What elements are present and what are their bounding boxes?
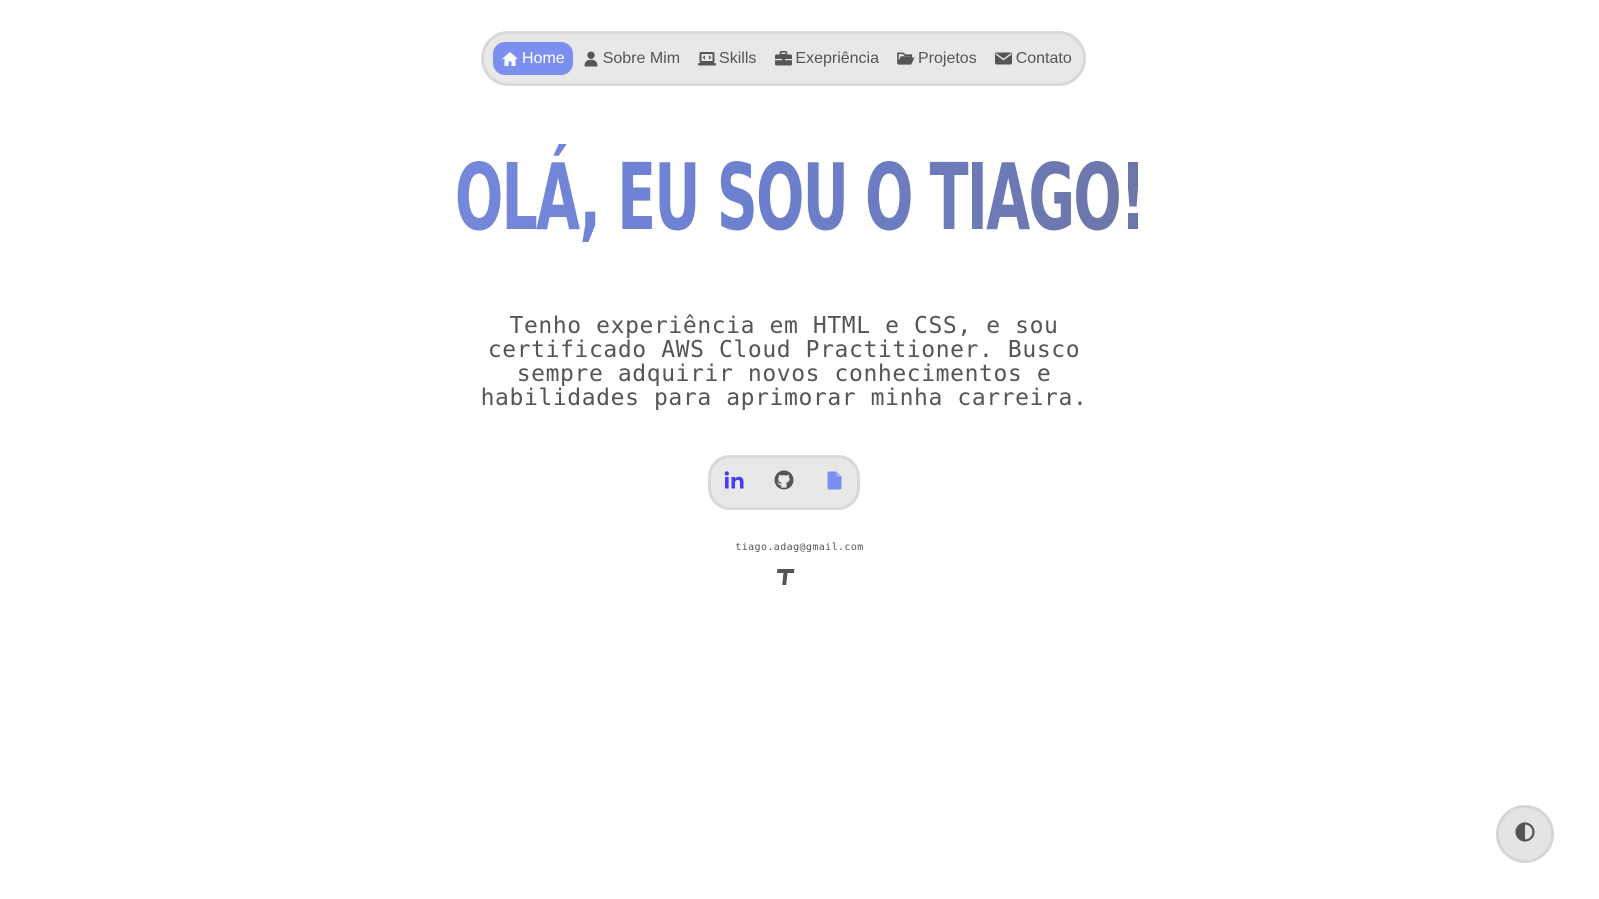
nav-item-sobre-mim[interactable]: Sobre Mim	[573, 42, 689, 75]
nav-label-projetos: Projetos	[918, 49, 977, 67]
nav-item-experiencia[interactable]: Exepriência	[765, 42, 888, 75]
nav-item-projetos[interactable]: Projetos	[888, 42, 986, 75]
nav-label-home: Home	[522, 49, 565, 67]
theme-toggle-button[interactable]	[1496, 805, 1554, 863]
nav-label-contato: Contato	[1015, 49, 1072, 67]
resume-link[interactable]	[821, 470, 847, 496]
contrast-icon	[1515, 821, 1535, 847]
intro-text: Tenho experiência em HTML e CSS, e sou c…	[480, 313, 1088, 411]
hero-title: OLÁ, EU SOU O TIAGO!	[304, 138, 1295, 258]
nav-label-experiencia: Exepriência	[795, 49, 879, 67]
envelope-icon	[995, 51, 1013, 67]
home-icon	[501, 51, 519, 67]
nav-item-contato[interactable]: Contato	[986, 42, 1081, 75]
github-link[interactable]	[771, 470, 797, 496]
folder-open-icon	[897, 51, 915, 67]
document-icon	[827, 471, 842, 495]
nav-item-home[interactable]: Home	[493, 42, 573, 75]
page: Home Sobre Mim Skills Exepriência Projet…	[0, 0, 1599, 899]
nav-item-skills[interactable]: Skills	[689, 42, 765, 75]
main-nav: Home Sobre Mim Skills Exepriência Projet…	[481, 31, 1086, 86]
laptop-code-icon	[698, 51, 717, 67]
github-icon	[774, 470, 794, 495]
linkedin-icon	[724, 471, 744, 494]
t-logo-icon	[775, 568, 795, 586]
contact-email: tiago.adag@gmail.com	[735, 542, 864, 553]
nav-label-skills: Skills	[719, 49, 757, 67]
briefcase-icon	[774, 51, 792, 67]
linkedin-link[interactable]	[721, 470, 747, 496]
nav-label-sobre-mim: Sobre Mim	[602, 49, 681, 67]
social-links	[708, 455, 860, 510]
user-icon	[582, 51, 600, 67]
